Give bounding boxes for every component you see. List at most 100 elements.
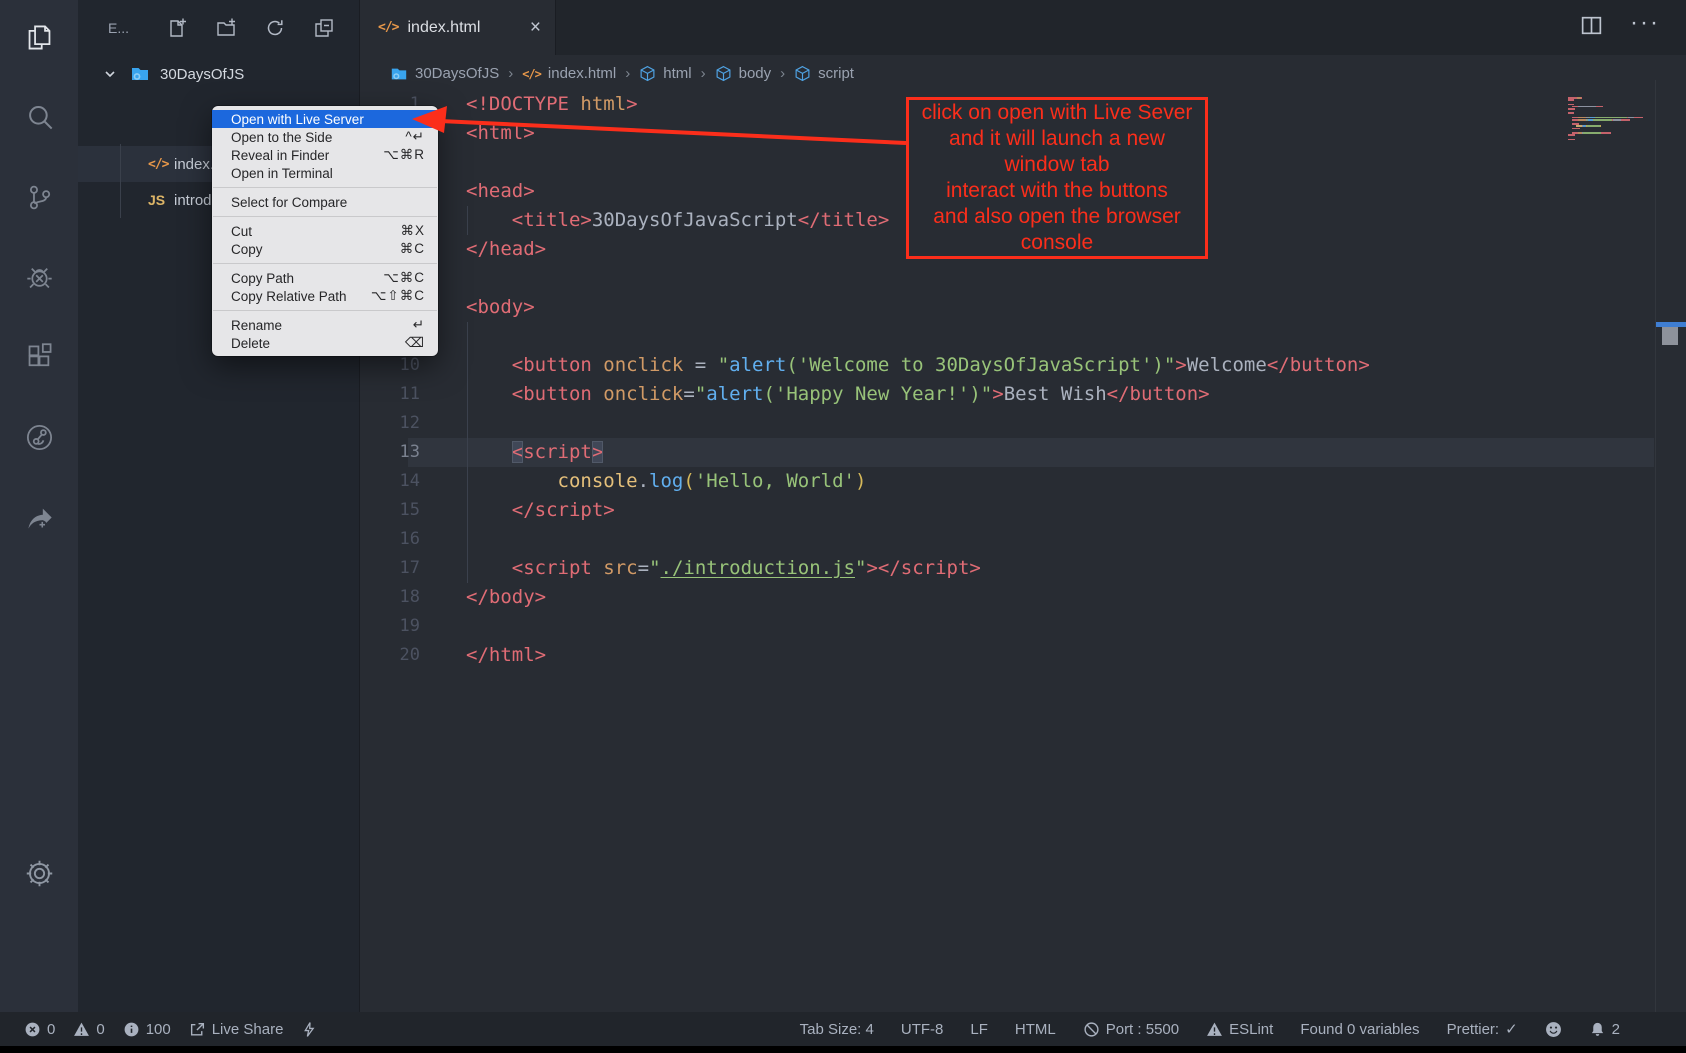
breadcrumb-item-30DaysOfJS[interactable]: 30DaysOfJS <box>390 65 499 83</box>
menu-separator <box>213 187 437 188</box>
breadcrumb-item-body[interactable]: body <box>715 65 772 82</box>
menu-item-reveal-in-finder[interactable]: Reveal in Finder⌥⌘R <box>212 146 438 164</box>
menu-item-cut[interactable]: Cut⌘X <box>212 222 438 240</box>
code-line-20[interactable]: 20</html> <box>360 641 1686 670</box>
tree-folder-30daysofjs[interactable]: 30DaysOfJS <box>78 57 359 91</box>
status-problems-warnings[interactable]: 0 <box>73 1021 104 1038</box>
line-content: <!DOCTYPE html> <box>466 90 638 119</box>
annotation-text-line: and it will launch a new <box>909 126 1205 152</box>
breadcrumb-separator: › <box>508 65 513 82</box>
line-number: 11 <box>360 380 420 409</box>
code-line-16[interactable]: 16 <box>360 525 1686 554</box>
menu-item-open-in-terminal[interactable]: Open in Terminal <box>212 164 438 182</box>
code-line-13[interactable]: 13 <script> <box>360 438 1686 467</box>
split-editor-icon[interactable] <box>1579 13 1604 43</box>
status-label: UTF-8 <box>901 1021 944 1038</box>
status-encoding[interactable]: UTF-8 <box>901 1021 944 1038</box>
git-branch-icon <box>24 182 55 218</box>
line-content: <head> <box>466 177 535 206</box>
live-share-icon <box>24 422 55 458</box>
status-variables[interactable]: Found 0 variables <box>1300 1021 1419 1038</box>
status-label: Tab Size: 4 <box>800 1021 874 1038</box>
code-line-18[interactable]: 18</body> <box>360 583 1686 612</box>
chevron-down-icon <box>102 66 118 82</box>
activity-item-source-control[interactable] <box>0 160 78 240</box>
menu-item-label: Copy Path <box>231 271 371 286</box>
activity-item-settings[interactable] <box>0 836 78 916</box>
activity-item-share[interactable] <box>0 480 78 560</box>
code-line-19[interactable]: 19 <box>360 612 1686 641</box>
code-line-12[interactable]: 12 <box>360 409 1686 438</box>
menu-item-shortcut: ^↵ <box>405 129 425 145</box>
menu-item-label: Copy Relative Path <box>231 289 359 304</box>
menu-item-label: Open to the Side <box>231 130 393 145</box>
breadcrumb-separator: › <box>780 65 785 82</box>
menu-item-rename[interactable]: Rename↵ <box>212 316 438 334</box>
status-prettier[interactable]: Prettier:✓ <box>1447 1020 1518 1038</box>
activity-item-search[interactable] <box>0 80 78 160</box>
line-content: <button onclick="alert('Happy New Year!'… <box>466 380 1210 409</box>
menu-item-shortcut: ⌘X <box>400 223 425 239</box>
code-line-15[interactable]: 15 </script> <box>360 496 1686 525</box>
menu-item-label: Rename <box>231 318 401 333</box>
status-tab-size[interactable]: Tab Size: 4 <box>800 1021 874 1038</box>
activity-item-explorer[interactable] <box>0 0 78 80</box>
close-icon[interactable]: × <box>530 18 541 37</box>
refresh-icon[interactable] <box>264 17 286 39</box>
code-line-10[interactable]: 10 <button onclick = "alert('Welcome to … <box>360 351 1686 380</box>
status-label: ESLint <box>1229 1021 1273 1038</box>
code-line-17[interactable]: 17 <script src="./introduction.js"></scr… <box>360 554 1686 583</box>
js-file-icon: JS <box>148 192 174 208</box>
status-notifications[interactable]: 2 <box>1589 1021 1620 1038</box>
menu-item-shortcut: ⌫ <box>405 335 425 351</box>
status-live-share[interactable]: Live Share <box>189 1021 284 1038</box>
menu-item-copy-relative-path[interactable]: Copy Relative Path⌥⇧⌘C <box>212 287 438 305</box>
status-problems-errors[interactable]: 0 <box>24 1021 55 1038</box>
menu-item-copy[interactable]: Copy⌘C <box>212 240 438 258</box>
bell-icon <box>1589 1021 1606 1038</box>
tab-index-html[interactable]: </> index.html × <box>360 0 556 55</box>
status-label: LF <box>970 1021 988 1038</box>
breadcrumb-separator: › <box>625 65 630 82</box>
activity-item-live-share[interactable] <box>0 400 78 480</box>
code-line-11[interactable]: 11 <button onclick="alert('Happy New Yea… <box>360 380 1686 409</box>
menu-item-delete[interactable]: Delete⌫ <box>212 334 438 352</box>
breadcrumb-item-html[interactable]: html <box>639 65 691 82</box>
status-lightning[interactable] <box>301 1021 318 1038</box>
code-line-8[interactable]: 8<body> <box>360 293 1686 322</box>
new-file-icon[interactable] <box>166 17 188 39</box>
window-bottom-edge <box>0 1046 1686 1053</box>
status-feedback[interactable] <box>1545 1021 1562 1038</box>
activity-item-run-debug[interactable] <box>0 240 78 320</box>
bug-icon <box>24 262 55 298</box>
breadcrumb-item-index.html[interactable]: </>index.html <box>522 65 616 82</box>
new-folder-icon[interactable] <box>215 17 237 39</box>
status-live-server-port[interactable]: Port : 5500 <box>1083 1021 1179 1038</box>
line-content: <html> <box>466 119 535 148</box>
code-line-14[interactable]: 14 console.log('Hello, World') <box>360 467 1686 496</box>
minimap[interactable] <box>1568 97 1658 141</box>
status-language-mode[interactable]: HTML <box>1015 1021 1056 1038</box>
collapse-all-icon[interactable] <box>313 17 335 39</box>
error-icon <box>24 1021 41 1038</box>
menu-item-open-with-live-server[interactable]: Open with Live Server <box>212 110 438 128</box>
annotation-text-line: click on open with Live Sever <box>909 100 1205 126</box>
status-problems-info[interactable]: 100 <box>123 1021 171 1038</box>
scrollbar-thumb[interactable] <box>1662 327 1678 345</box>
activity-item-extensions[interactable] <box>0 320 78 400</box>
status-eol[interactable]: LF <box>970 1021 988 1038</box>
code-file-icon: </> <box>522 67 541 81</box>
files-icon <box>24 22 55 58</box>
status-eslint[interactable]: ESLint <box>1206 1021 1273 1038</box>
more-actions-icon[interactable]: ··· <box>1630 23 1660 33</box>
status-label: Live Share <box>212 1021 284 1038</box>
breadcrumb-label: body <box>739 65 772 82</box>
line-content: <script> <box>466 438 603 467</box>
code-line-7[interactable]: 7 <box>360 264 1686 293</box>
menu-item-open-to-the-side[interactable]: Open to the Side ^↵ <box>212 128 438 146</box>
ban-icon <box>1083 1021 1100 1038</box>
code-line-9[interactable]: 9 <box>360 322 1686 351</box>
menu-item-select-for-compare[interactable]: Select for Compare <box>212 193 438 211</box>
breadcrumb-item-script[interactable]: script <box>794 65 854 82</box>
menu-item-copy-path[interactable]: Copy Path⌥⌘C <box>212 269 438 287</box>
